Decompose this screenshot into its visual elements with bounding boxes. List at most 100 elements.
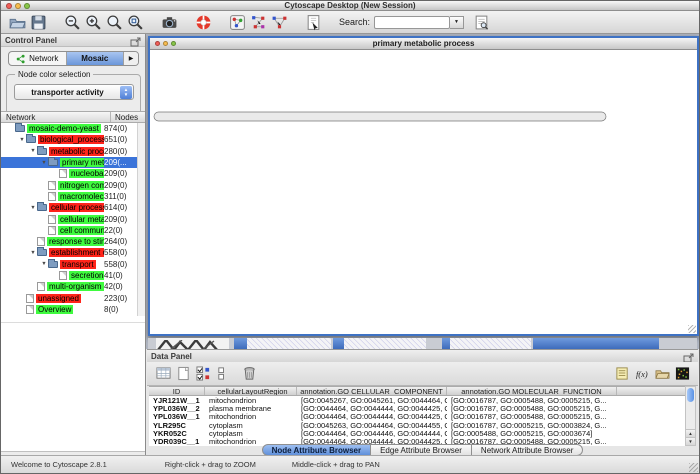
background-window-titlebar[interactable]	[234, 338, 247, 349]
zoom-window-button[interactable]	[24, 3, 30, 9]
matrix-button[interactable]	[672, 364, 692, 384]
region-plasma-membrane[interactable]	[154, 112, 606, 121]
import-attributes-button[interactable]	[652, 364, 672, 384]
tree-row[interactable]: ▼primary metabo209(...	[1, 157, 137, 168]
tab-network[interactable]: Network	[9, 52, 67, 65]
help-button[interactable]	[193, 12, 214, 33]
table-column-header[interactable]: ID	[149, 387, 205, 395]
tree-scrollbar[interactable]	[137, 123, 145, 316]
node-color-select-value: transporter activity	[15, 88, 120, 97]
tree-row[interactable]: ▼metabolic process280(0)	[1, 146, 137, 157]
apply-layout-alt-button[interactable]	[269, 12, 290, 33]
birdseye-panel[interactable]	[1, 323, 145, 451]
expand-arrow-icon[interactable]: ▼	[29, 250, 37, 256]
close-button[interactable]	[155, 41, 160, 46]
network-graph[interactable]	[150, 50, 697, 334]
tree-column-header[interactable]: Network Nodes	[1, 111, 145, 123]
tab-mosaic[interactable]: Mosaic	[67, 52, 125, 65]
window-resize-grip[interactable]	[688, 325, 696, 333]
search-dropdown-button[interactable]: ▼	[450, 16, 464, 29]
unselect-attributes-button[interactable]	[213, 364, 233, 384]
attribute-table-header[interactable]: ID_cellularLayoutRegionannotation.GO CEL…	[149, 386, 685, 396]
minimize-button[interactable]	[15, 3, 21, 9]
table-column-header[interactable]: annotation.GO MOLECULAR_FUNCTION	[447, 387, 617, 395]
select-attributes-button[interactable]	[193, 364, 213, 384]
app-titlebar[interactable]: Cytoscape Desktop (New Session)	[1, 1, 699, 11]
file-icon	[48, 192, 56, 201]
app-resize-grip[interactable]	[689, 463, 698, 472]
function-builder-button[interactable]: f(x)	[632, 364, 652, 384]
float-panel-button[interactable]	[683, 351, 694, 361]
expand-arrow-icon[interactable]: ▼	[29, 148, 37, 154]
tree-row[interactable]: nitrogen compo209(0)	[1, 179, 137, 190]
expand-arrow-icon[interactable]: ▼	[29, 205, 37, 211]
zoom-selected-button[interactable]	[104, 12, 125, 33]
network-canvas[interactable]	[150, 50, 697, 334]
delete-attribute-button[interactable]	[239, 364, 259, 384]
tree-row[interactable]: Overview8(0)	[1, 304, 137, 315]
vizmapper-icon	[229, 14, 246, 31]
table-column-header[interactable]: _cellularLayoutRegion	[205, 387, 297, 395]
close-button[interactable]	[6, 3, 12, 9]
attribute-table[interactable]: YJR121W__1mitochondrion[GO:0045267, GO:0…	[149, 396, 685, 446]
background-window-titlebar[interactable]	[442, 338, 450, 349]
file-icon	[59, 271, 67, 280]
tree-label: macromolecule	[58, 192, 104, 201]
file-icon	[48, 181, 56, 190]
zoom-in-button[interactable]	[83, 12, 104, 33]
node-color-select[interactable]: transporter activity ▲▼	[14, 84, 134, 100]
tree-row[interactable]: macromolecule311(0)	[1, 191, 137, 202]
zoom-fit-button[interactable]	[125, 12, 146, 33]
open-button[interactable]	[7, 12, 28, 33]
tree-row[interactable]: cell communicat22(0)	[1, 225, 137, 236]
table-column-header[interactable]	[617, 387, 687, 395]
tree-row[interactable]: multi-organism pro42(0)	[1, 281, 137, 292]
background-window[interactable]	[450, 338, 531, 349]
expand-arrow-icon[interactable]: ▼	[18, 137, 26, 143]
label-button[interactable]	[612, 364, 632, 384]
expand-arrow-icon[interactable]: ▼	[40, 261, 48, 267]
scrollbar-thumb[interactable]	[687, 388, 694, 402]
scroll-up-button[interactable]: ▲	[686, 429, 695, 437]
tree-row[interactable]: unassigned223(0)	[1, 292, 137, 303]
advanced-search-button[interactable]	[471, 12, 492, 33]
zoom-window-button[interactable]	[171, 41, 176, 46]
float-panel-button[interactable]	[130, 35, 141, 45]
zoom-out-button[interactable]	[62, 12, 83, 33]
apply-layout-button[interactable]	[248, 12, 269, 33]
network-window-titlebar[interactable]: primary metabolic process	[150, 38, 697, 50]
background-window[interactable]	[156, 338, 229, 349]
background-window[interactable]	[247, 338, 331, 349]
search-input[interactable]	[374, 16, 450, 29]
background-window-titlebar[interactable]	[533, 338, 659, 349]
annotation-button[interactable]	[303, 12, 324, 33]
select-all-attributes-button[interactable]	[153, 364, 173, 384]
tree-label: Overview	[36, 305, 73, 314]
tab-overflow-button[interactable]: ▶	[124, 52, 138, 65]
tree-label: multi-organism pro	[47, 282, 104, 291]
tree-row[interactable]: response to stimulu264(0)	[1, 236, 137, 247]
table-scrollbar[interactable]: ▲ ▼	[685, 386, 696, 446]
table-column-header[interactable]: annotation.GO CELLULAR_COMPONENT	[297, 387, 447, 395]
tree-row[interactable]: ▼biological_process651(0)	[1, 134, 137, 145]
delete-attribute-icon	[242, 366, 257, 381]
expand-arrow-icon[interactable]: ▼	[40, 160, 48, 166]
minimize-button[interactable]	[163, 41, 168, 46]
svg-text:f(x): f(x)	[635, 369, 647, 379]
tree-row[interactable]: nucleobase-c209(0)	[1, 168, 137, 179]
tree-label: mosaic-demo-yeast	[27, 124, 101, 133]
tree-row[interactable]: ▼transport558(0)	[1, 259, 137, 270]
background-window-titlebar[interactable]	[333, 338, 344, 349]
advanced-search-icon	[473, 14, 490, 31]
tree-row[interactable]: ▼cellular process614(0)	[1, 202, 137, 213]
select-all-attributes-icon	[156, 366, 171, 381]
new-attribute-button[interactable]	[173, 364, 193, 384]
tree-row[interactable]: cellular metabo209(0)	[1, 213, 137, 224]
vizmapper-button[interactable]	[227, 12, 248, 33]
snapshot-button[interactable]	[159, 12, 180, 33]
tree-row[interactable]: ▼establishment of lo558(0)	[1, 247, 137, 258]
tree-row[interactable]: secretion41(0)	[1, 270, 137, 281]
background-window[interactable]	[344, 338, 426, 349]
save-button[interactable]	[28, 12, 49, 33]
tree-row[interactable]: mosaic-demo-yeast874(0)	[1, 123, 137, 134]
